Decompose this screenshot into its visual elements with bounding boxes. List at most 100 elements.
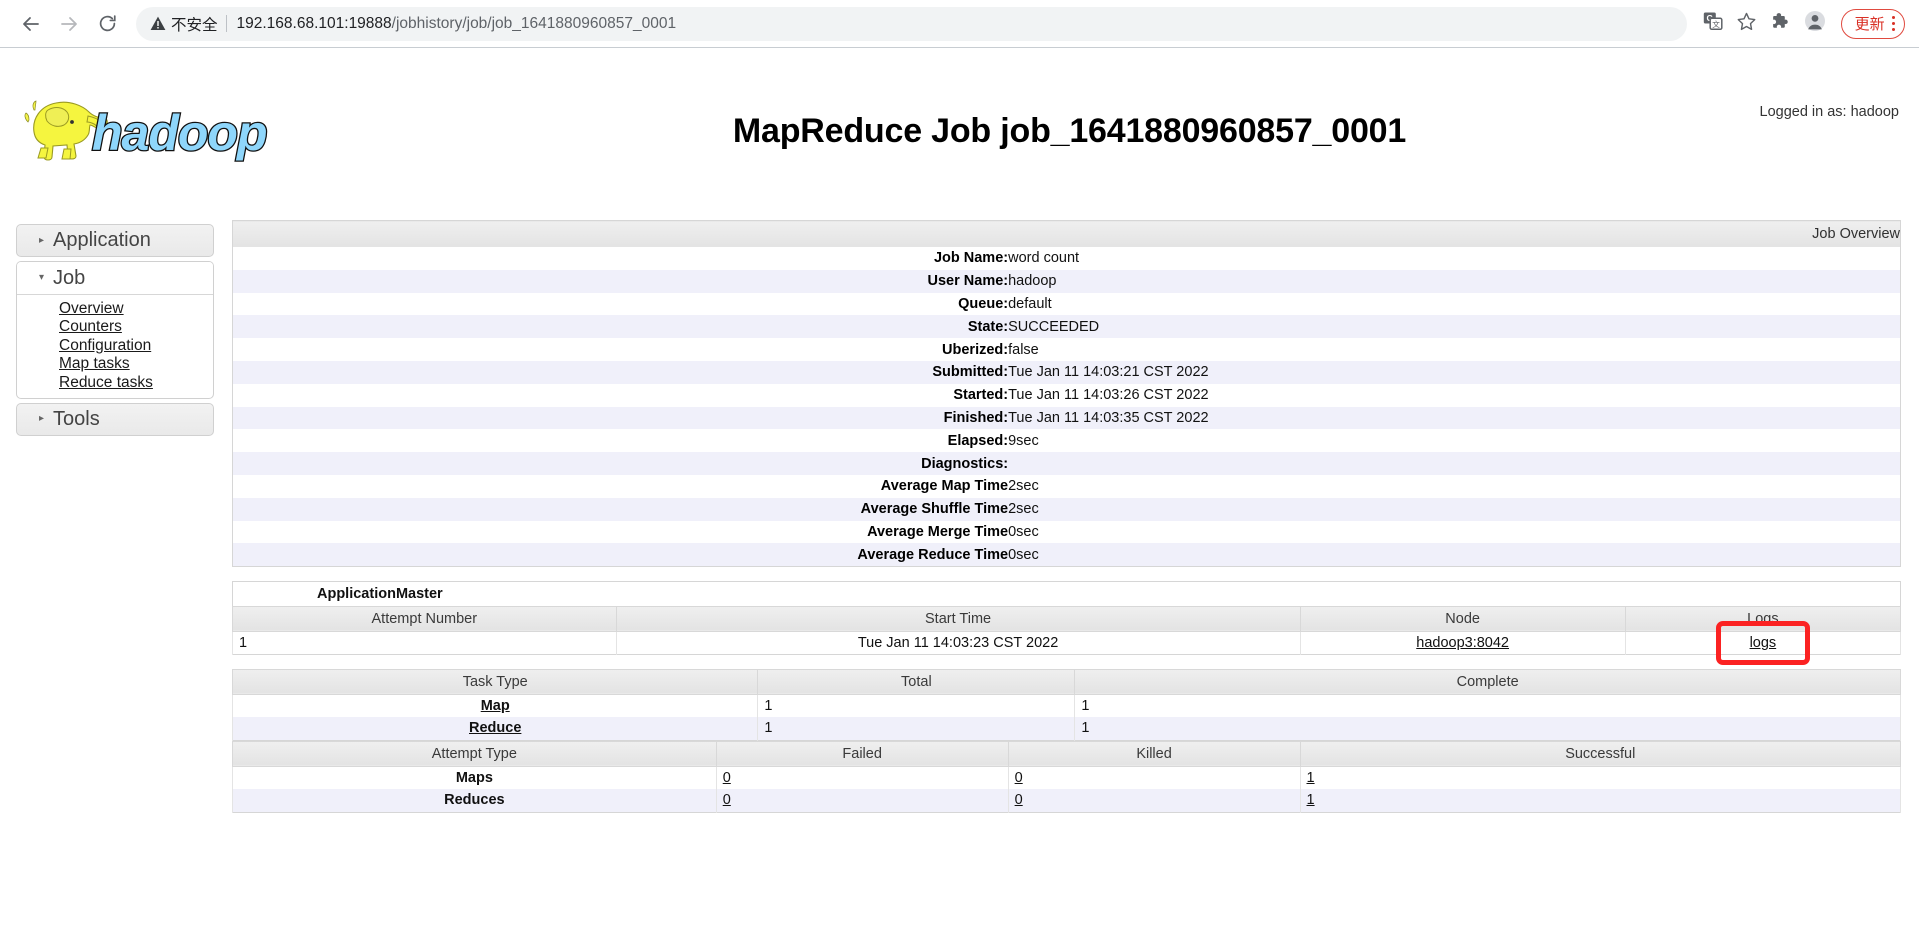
column-header-total[interactable]: Total <box>757 668 1076 695</box>
cell-attempt-number: 1 <box>232 631 617 655</box>
row-value: 2sec <box>1008 501 1039 518</box>
translate-button[interactable]: G 文 <box>1697 8 1729 40</box>
address-bar[interactable]: 不安全 192.168.68.101:19888/jobhistory/job/… <box>136 6 1687 41</box>
table-row: Submitted: Tue Jan 11 14:03:21 CST 2022 <box>232 360 1901 384</box>
killed-count-link[interactable]: 0 <box>1015 770 1023 786</box>
row-value: Tue Jan 11 14:03:35 CST 2022 <box>1008 409 1209 426</box>
job-overview-caption: Job Overview <box>232 220 1901 247</box>
logs-link[interactable]: logs <box>1750 635 1777 651</box>
table-row: Average Map Time 2sec <box>233 475 1901 498</box>
task-type-link-map[interactable]: Map <box>481 698 510 714</box>
table-row: Diagnostics: <box>232 452 1901 475</box>
sidebar-item-configuration[interactable]: Configuration <box>59 336 213 355</box>
cell-attempt-type: Maps <box>232 766 717 790</box>
successful-count-link[interactable]: 1 <box>1307 770 1315 786</box>
back-button[interactable] <box>14 7 48 41</box>
failed-count-link[interactable]: 0 <box>723 770 731 786</box>
security-status-label: 不安全 <box>171 16 218 34</box>
column-header-task-type[interactable]: Task Type <box>231 668 759 695</box>
column-header-attempt-number[interactable]: Attempt Number <box>232 605 617 632</box>
update-button[interactable]: 更新 <box>1840 8 1905 39</box>
cell-failed: 0 <box>715 766 1009 790</box>
row-label: Started: <box>953 387 1009 404</box>
table-row: Average Shuffle Time 2sec <box>232 497 1901 521</box>
sidebar-section-label: Application <box>53 229 151 251</box>
table-row: 1 Tue Jan 11 14:03:23 CST 2022 hadoop3:8… <box>232 631 1902 655</box>
three-dot-menu-icon[interactable] <box>1891 15 1895 32</box>
page-title: MapReduce Job job_1641880960857_0001 <box>732 112 1407 150</box>
sidebar-section-tools[interactable]: ▸ Tools <box>16 402 214 436</box>
url-path: /jobhistory/job/job_1641880960857_0001 <box>391 14 677 32</box>
row-value: word count <box>1008 250 1080 267</box>
failed-count-link[interactable]: 0 <box>723 792 731 808</box>
table-row: Average Merge Time 0sec <box>233 521 1901 544</box>
profile-avatar-icon <box>1804 10 1826 37</box>
table-row: State: SUCCEEDED <box>232 315 1901 339</box>
sidebar-item-map-tasks[interactable]: Map tasks <box>59 355 213 374</box>
column-header-start-time[interactable]: Start Time <box>615 605 1301 632</box>
table-row: Uberized: false <box>233 338 1901 361</box>
page-body: Logged in as: hadoop hadoop MapReduce Jo… <box>0 48 1919 941</box>
node-link[interactable]: hadoop3:8042 <box>1416 635 1509 651</box>
column-header-attempt-type[interactable]: Attempt Type <box>232 740 717 767</box>
cell-complete: 1 <box>1074 694 1901 718</box>
row-label: State: <box>967 318 1009 335</box>
chevron-right-icon: ▸ <box>39 234 45 246</box>
column-header-failed[interactable]: Failed <box>715 740 1009 767</box>
cell-killed: 0 <box>1007 789 1301 813</box>
cell-start-time: Tue Jan 11 14:03:23 CST 2022 <box>615 631 1301 655</box>
row-label: Job Name: <box>933 250 1009 267</box>
cell-total: 1 <box>757 717 1076 741</box>
sidebar-item-overview[interactable]: Overview <box>59 299 213 318</box>
sidebar-item-reduce-tasks[interactable]: Reduce tasks <box>59 373 213 392</box>
task-type-link-reduce[interactable]: Reduce <box>469 720 521 736</box>
cell-complete: 1 <box>1074 717 1901 741</box>
attempt-summary-header-row: Attempt Type Failed Killed Successful <box>232 740 1901 767</box>
profile-button[interactable] <box>1799 8 1831 40</box>
sidebar: ▸ Application ▾ Job Overview Counters Co… <box>16 224 214 440</box>
row-value: hadoop <box>1008 273 1057 290</box>
reload-icon <box>97 13 118 34</box>
successful-count-link[interactable]: 1 <box>1307 792 1315 808</box>
chevron-down-icon: ▾ <box>39 272 45 283</box>
row-label: Average Merge Time <box>867 523 1009 540</box>
chevron-right-icon: ▸ <box>39 413 45 424</box>
column-header-successful[interactable]: Successful <box>1299 740 1901 767</box>
sidebar-section-label: Job <box>53 266 86 289</box>
sidebar-section-application[interactable]: ▸ Application <box>16 224 214 257</box>
translate-icon: G 文 <box>1703 11 1723 36</box>
column-header-node[interactable]: Node <box>1299 605 1626 632</box>
cell-task-type: Map <box>231 694 759 718</box>
job-overview-caption-row: Job Overview <box>232 220 1901 247</box>
application-master-title-row: ApplicationMaster <box>232 581 1901 607</box>
table-row: Started: Tue Jan 11 14:03:26 CST 2022 <box>233 384 1901 407</box>
extensions-button[interactable] <box>1765 8 1797 40</box>
column-header-killed[interactable]: Killed <box>1007 740 1301 767</box>
reload-button[interactable] <box>90 7 124 41</box>
row-value <box>1008 452 1900 475</box>
main-content: Job Overview Job Name: word count User N… <box>231 220 1902 813</box>
row-value: Tue Jan 11 14:03:26 CST 2022 <box>1008 387 1209 404</box>
application-master-title: ApplicationMaster <box>232 581 1901 607</box>
killed-count-link[interactable]: 0 <box>1015 792 1023 808</box>
row-value: default <box>1008 295 1052 312</box>
row-value: SUCCEEDED <box>1008 318 1100 335</box>
table-row: Reduces 0 0 1 <box>232 789 1901 813</box>
toolbar-actions: G 文 更新 <box>1697 8 1905 40</box>
column-header-complete[interactable]: Complete <box>1074 668 1901 695</box>
row-label: Elapsed: <box>947 432 1009 449</box>
row-label: Average Map Time <box>880 478 1009 495</box>
row-label: Finished: <box>943 409 1009 426</box>
puzzle-piece-icon <box>1770 11 1791 37</box>
sidebar-section-label: Tools <box>53 407 100 430</box>
application-master-header-row: Attempt Number Start Time Node Logs <box>232 605 1902 632</box>
column-header-logs[interactable]: Logs <box>1624 605 1902 632</box>
sidebar-item-counters[interactable]: Counters <box>59 318 213 337</box>
row-label: Uberized: <box>942 341 1009 358</box>
forward-button[interactable] <box>52 7 86 41</box>
cell-failed: 0 <box>715 789 1009 813</box>
bookmark-button[interactable] <box>1731 8 1763 40</box>
update-button-label: 更新 <box>1854 16 1885 33</box>
task-summary-header-row: Task Type Total Complete <box>231 668 1901 695</box>
sidebar-section-job[interactable]: ▾ Job <box>17 262 213 295</box>
